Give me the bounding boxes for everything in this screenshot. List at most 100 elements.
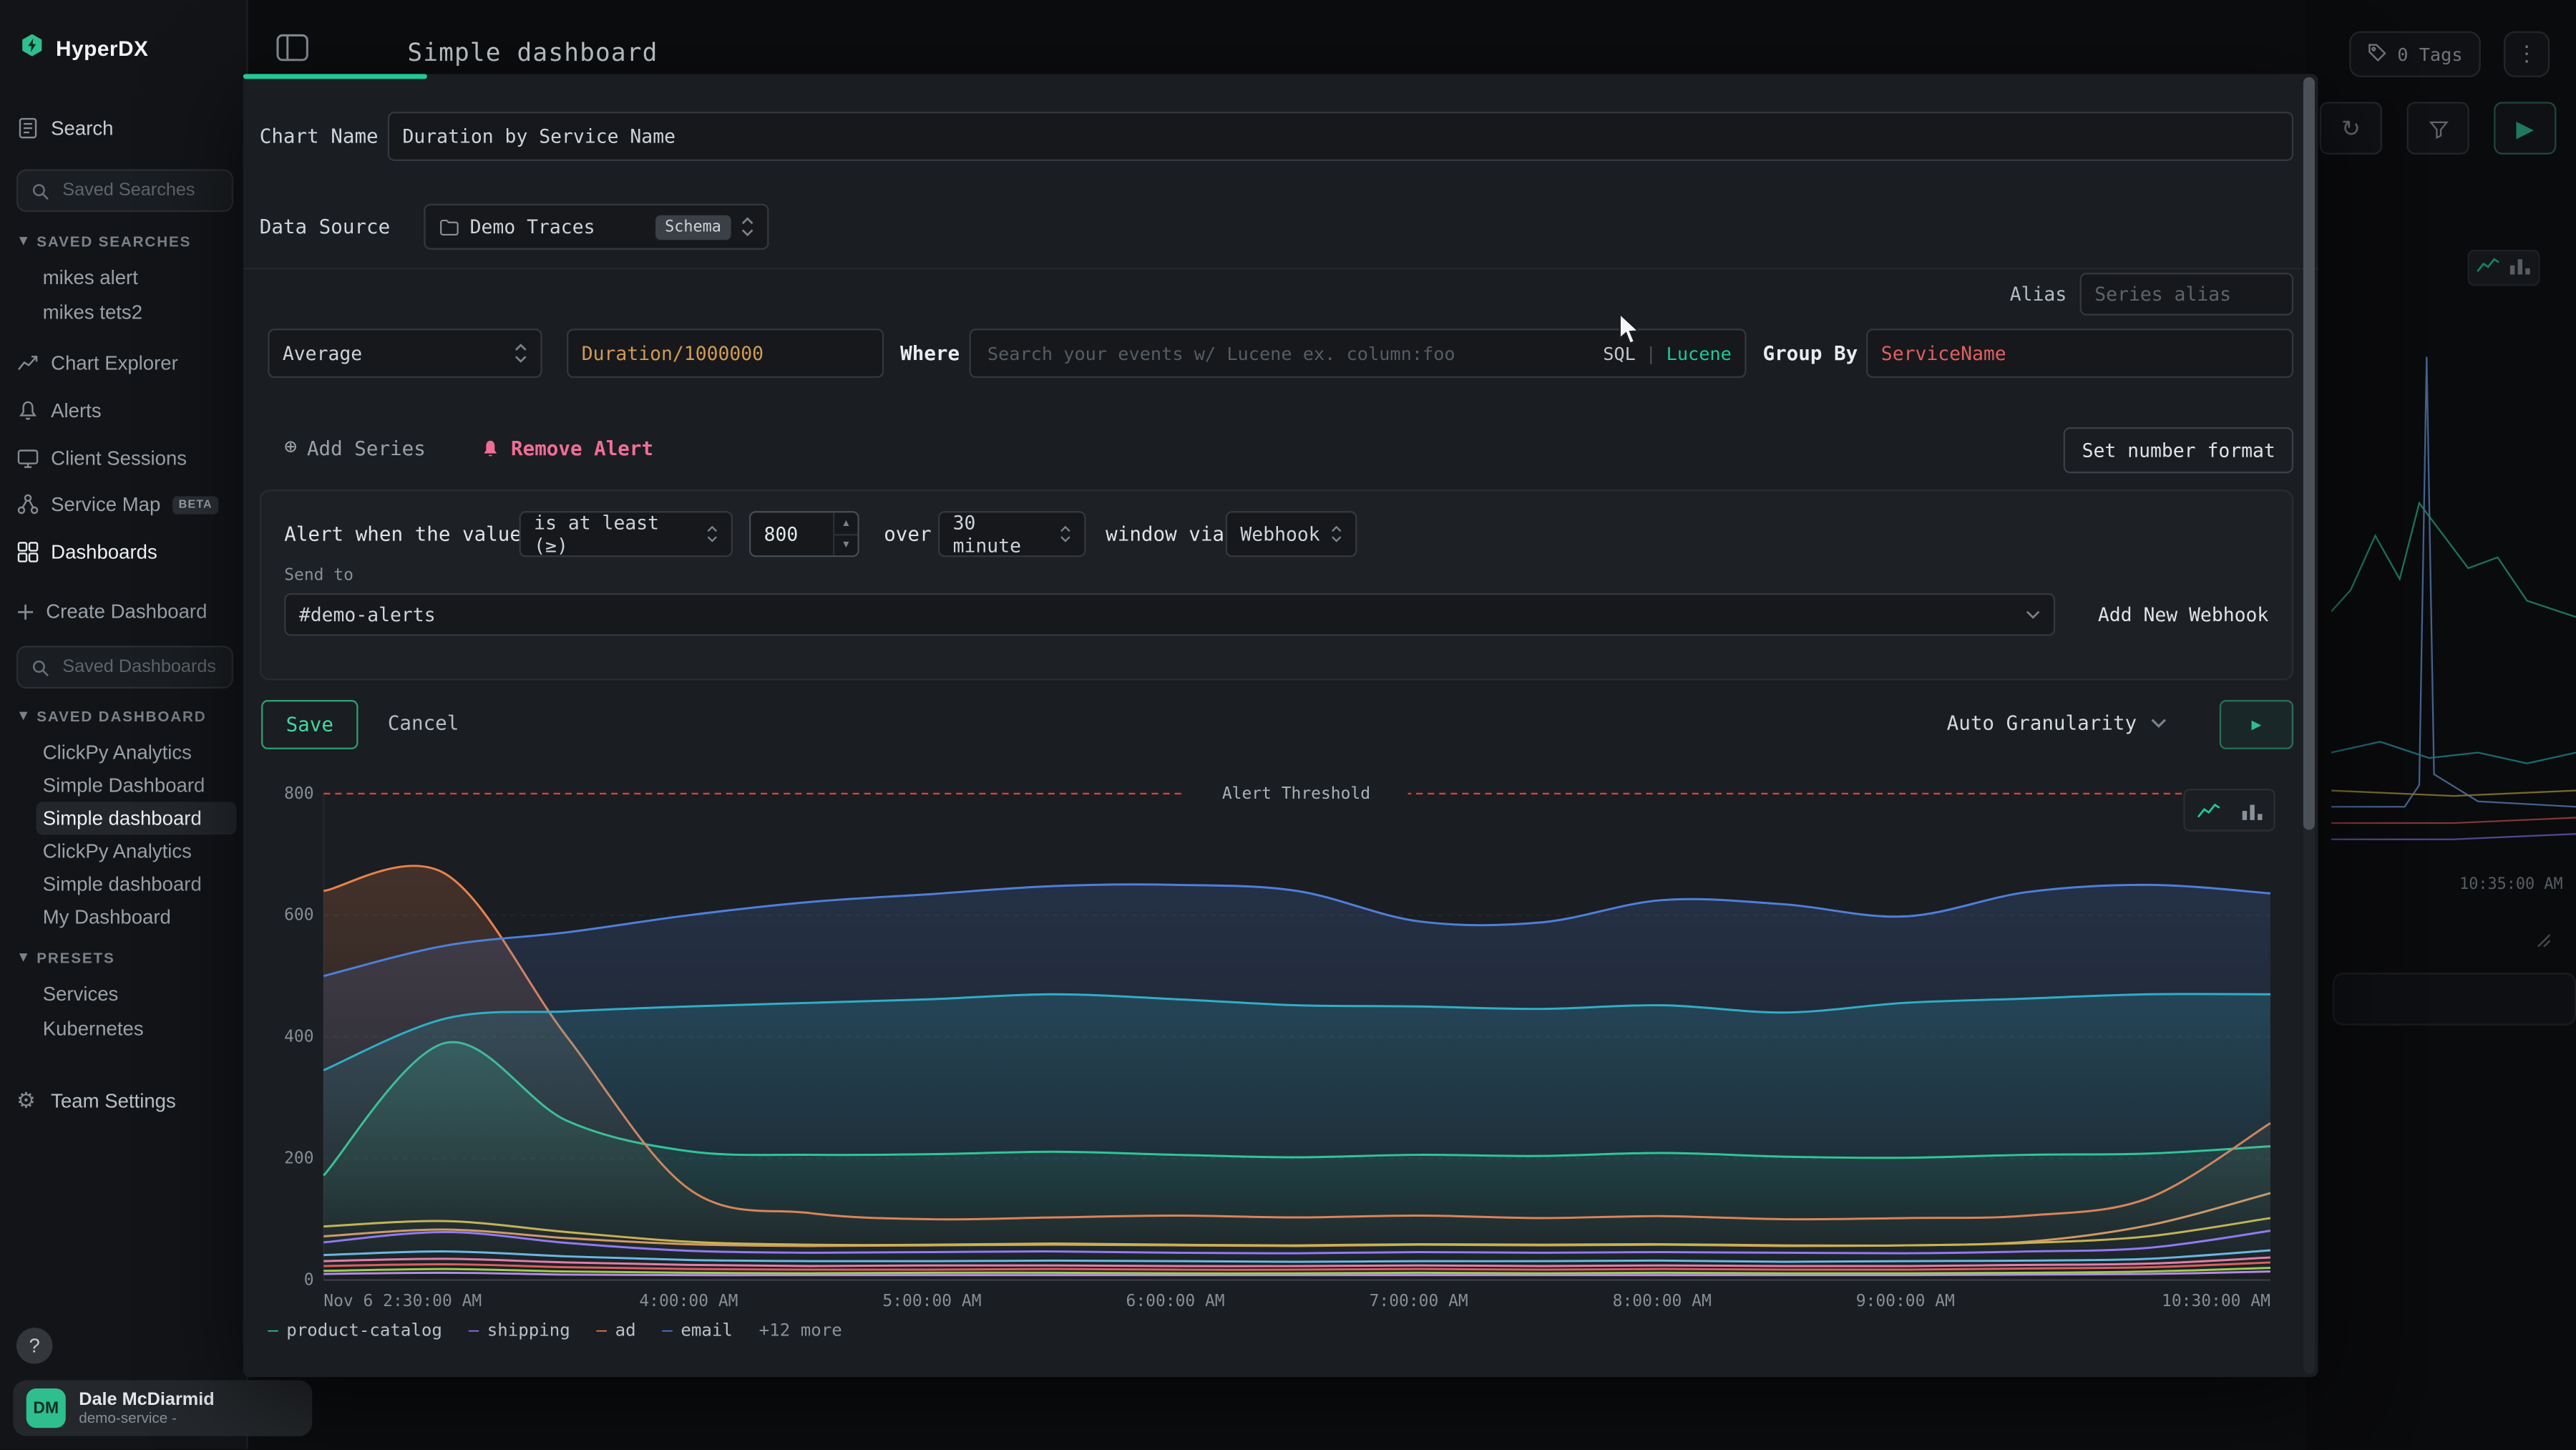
create-dashboard-button[interactable]: Create Dashboard (16, 593, 233, 630)
sidebar-item-team-settings[interactable]: ⚙ Team Settings (16, 1083, 233, 1119)
modal-scrollbar[interactable] (2303, 77, 2315, 1373)
saved-searches-search[interactable] (16, 169, 233, 212)
alert-threshold-input[interactable]: ▲▼ (749, 511, 859, 557)
chevron-down-icon (2150, 718, 2166, 728)
line-chart-icon[interactable] (2476, 255, 2500, 281)
chevron-down-icon: ▾ (20, 706, 29, 724)
section-saved-searches[interactable]: ▾ SAVED SEARCHES (20, 232, 192, 250)
chevron-updown-icon (514, 342, 527, 365)
brand[interactable]: HyperDX (20, 33, 149, 62)
section-presets[interactable]: ▾ PRESETS (20, 948, 115, 966)
saved-dashboards-input[interactable] (59, 656, 219, 678)
preview-run-button[interactable]: ▶ (2220, 700, 2293, 749)
where-search-box[interactable]: SQL | Lucene (970, 329, 1747, 378)
saved-dashboards-search[interactable] (16, 646, 233, 688)
user-name: Dale McDiarmid (79, 1389, 214, 1409)
chart-area[interactable]: Alert Threshold0200400600800Nov 6 2:30:0… (261, 772, 2298, 1357)
legend-item[interactable]: —shipping (469, 1321, 570, 1341)
dashboard-item[interactable]: My Dashboard (36, 900, 237, 933)
group-by-label: Group By (1763, 329, 1858, 379)
sidebar-item-label: Client Sessions (51, 447, 187, 469)
aggregation-select[interactable]: Average (268, 329, 542, 378)
sql-toggle[interactable]: SQL (1603, 343, 1636, 364)
line-chart-icon[interactable] (2188, 794, 2228, 827)
legend-item[interactable]: —product-catalog (268, 1321, 442, 1341)
legend-dash-icon: — (469, 1321, 479, 1341)
sidebar-item-label: Dashboards (51, 540, 157, 563)
alert-window-select[interactable]: 30 minute (938, 511, 1086, 557)
alert-threshold-value[interactable] (751, 522, 829, 545)
app-window: Simple dashboard 0 Tags ⋮ ↻ ▶ 10:35:00 A… (0, 0, 2576, 1449)
alert-channel-select[interactable]: Webhook (1226, 511, 1357, 557)
group-by-input[interactable] (1866, 329, 2293, 378)
add-series-button[interactable]: ⊕ Add Series (284, 424, 426, 473)
preset-item[interactable]: Kubernetes (36, 1012, 237, 1045)
schema-badge[interactable]: Schema (655, 215, 731, 239)
help-button[interactable]: ? (16, 1328, 53, 1364)
sidebar-item-client-sessions[interactable]: Client Sessions (16, 440, 233, 477)
data-source-value: Demo Traces (470, 215, 645, 238)
legend-item[interactable]: —ad (597, 1321, 636, 1341)
number-stepper[interactable]: ▲▼ (833, 512, 857, 555)
webhook-value: #demo-alerts (299, 603, 2016, 626)
collapse-sidebar-icon[interactable] (276, 33, 309, 62)
section-saved-dashboards[interactable]: ▾ SAVED DASHBOARD (20, 706, 207, 724)
saved-search-item[interactable]: mikes alert (36, 261, 237, 294)
bar-chart-icon[interactable] (2231, 794, 2270, 827)
sidebar-item-service-map[interactable]: Service Map BETA (16, 487, 233, 523)
save-button[interactable]: Save (261, 700, 358, 749)
add-new-webhook-link[interactable]: Add New Webhook (2098, 593, 2268, 636)
set-number-format-button[interactable]: Set number format (2064, 427, 2293, 473)
svg-text:6:00:00 AM: 6:00:00 AM (1126, 1292, 1225, 1310)
preset-item[interactable]: Services (36, 978, 237, 1011)
sidebar-item-search[interactable]: Search (16, 110, 233, 147)
alert-condition-value: is at least (≥) (534, 511, 696, 557)
dashboard-item[interactable]: ClickPy Analytics (36, 736, 237, 769)
dashboard-item[interactable]: Simple dashboard (36, 867, 237, 900)
page-title: Simple dashboard (407, 38, 658, 67)
bar-chart-icon[interactable] (2507, 255, 2532, 281)
gear-icon: ⚙ (16, 1089, 39, 1112)
chevron-updown-icon (1331, 524, 1342, 544)
remove-alert-button[interactable]: Remove Alert (479, 424, 653, 473)
field-expression-input[interactable] (567, 329, 884, 378)
sidebar-item-dashboards[interactable]: Dashboards (16, 534, 233, 570)
legend-item[interactable]: +12 more (759, 1321, 842, 1341)
saved-searches-input[interactable] (59, 179, 219, 202)
scrollbar-thumb[interactable] (2303, 77, 2315, 829)
background-chart-type-toggle[interactable] (2467, 250, 2540, 286)
where-search-input[interactable] (984, 341, 1593, 365)
alert-condition-select[interactable]: is at least (≥) (519, 511, 733, 557)
lucene-toggle[interactable]: Lucene (1667, 343, 1732, 364)
dashboard-item-active[interactable]: Simple dashboard (36, 802, 237, 835)
chart-type-toggle[interactable] (2183, 789, 2275, 832)
sidebar-item-chart-explorer[interactable]: Chart Explorer (16, 345, 233, 381)
sidebar-item-alerts[interactable]: Alerts (16, 393, 233, 429)
resize-handle-icon[interactable] (2537, 930, 2552, 953)
alias-input[interactable] (2080, 273, 2293, 316)
aggregation-value: Average (283, 342, 504, 365)
divider (243, 268, 2318, 269)
sidebar-item-label: Service Map (51, 493, 160, 516)
user-menu[interactable]: DM Dale McDiarmid demo-service - (13, 1381, 312, 1436)
granularity-select[interactable]: Auto Granularity (1933, 699, 2203, 748)
legend-label: email (680, 1321, 733, 1341)
duration-chart[interactable]: Alert Threshold0200400600800Nov 6 2:30:0… (261, 772, 2298, 1315)
stepper-down-icon[interactable]: ▼ (834, 535, 857, 555)
stepper-up-icon[interactable]: ▲ (834, 512, 857, 535)
alert-over-text: over (884, 511, 931, 557)
chart-name-input[interactable] (388, 112, 2293, 161)
chart-editor-modal: Chart Name Data Source Demo Traces Schem… (243, 74, 2318, 1377)
alert-prefix-text: Alert when the value (284, 511, 522, 557)
data-source-select[interactable]: Demo Traces Schema (424, 204, 769, 250)
cancel-button[interactable]: Cancel (388, 699, 459, 748)
collapsed-panel[interactable] (2333, 973, 2576, 1025)
webhook-select[interactable]: #demo-alerts (284, 593, 2055, 636)
legend-item[interactable]: —email (662, 1321, 733, 1341)
saved-search-item[interactable]: mikes tets2 (36, 296, 237, 329)
svg-text:Nov 6 2:30:00 AM: Nov 6 2:30:00 AM (323, 1292, 482, 1310)
dashboard-item[interactable]: ClickPy Analytics (36, 835, 237, 867)
dashboard-item[interactable]: Simple Dashboard (36, 769, 237, 802)
sidebar: HyperDX Search ▾ SAVED SEARCHES mikes al… (0, 0, 248, 1449)
magnifier-icon (31, 182, 49, 200)
